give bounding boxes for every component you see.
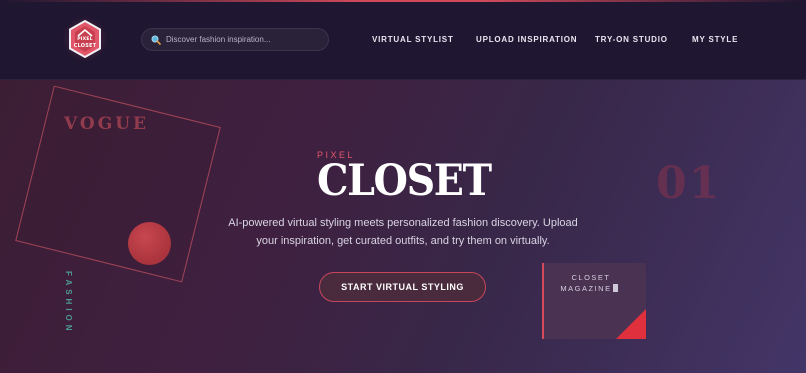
search-input[interactable] <box>166 32 316 47</box>
vogue-wordmark: VOGUE <box>64 114 150 134</box>
text-cursor <box>612 284 618 292</box>
magazine-card[interactable]: CLOSET MAGAZINE <box>542 263 646 339</box>
hero-title: CLOSET <box>317 156 492 206</box>
fashion-vertical-label: FASHION <box>64 271 73 335</box>
nav-try-on-studio[interactable]: TRY-ON STUDIO <box>595 35 668 44</box>
logo-text-line1: PIXEL <box>77 37 93 42</box>
logo[interactable]: PIXEL CLOSET <box>62 16 108 62</box>
search-icon <box>151 35 161 45</box>
logo-text-line2: CLOSET <box>73 43 97 49</box>
magazine-title-line2: MAGAZINE <box>544 284 646 293</box>
page: PIXEL CLOSET VIRTUAL STYLIST UPLOAD INSP… <box>0 0 806 373</box>
nav-virtual-stylist[interactable]: VIRTUAL STYLIST <box>372 35 454 44</box>
nav-upload-inspiration[interactable]: UPLOAD INSPIRATION <box>476 35 577 44</box>
decorative-circle <box>128 222 171 265</box>
start-virtual-styling-button[interactable]: START VIRTUAL STYLING <box>319 272 486 302</box>
magazine-title-line2-text: MAGAZINE <box>560 284 612 293</box>
search-bar[interactable] <box>141 28 329 51</box>
site-header: PIXEL CLOSET VIRTUAL STYLIST UPLOAD INSP… <box>0 0 806 80</box>
section-number: 01 <box>656 158 722 209</box>
nav-my-style[interactable]: MY STYLE <box>692 35 738 44</box>
magazine-corner-triangle <box>616 309 646 339</box>
hero-description: AI-powered virtual styling meets persona… <box>228 217 578 247</box>
magazine-title-line1: CLOSET <box>571 273 611 282</box>
top-accent-line <box>0 0 806 2</box>
